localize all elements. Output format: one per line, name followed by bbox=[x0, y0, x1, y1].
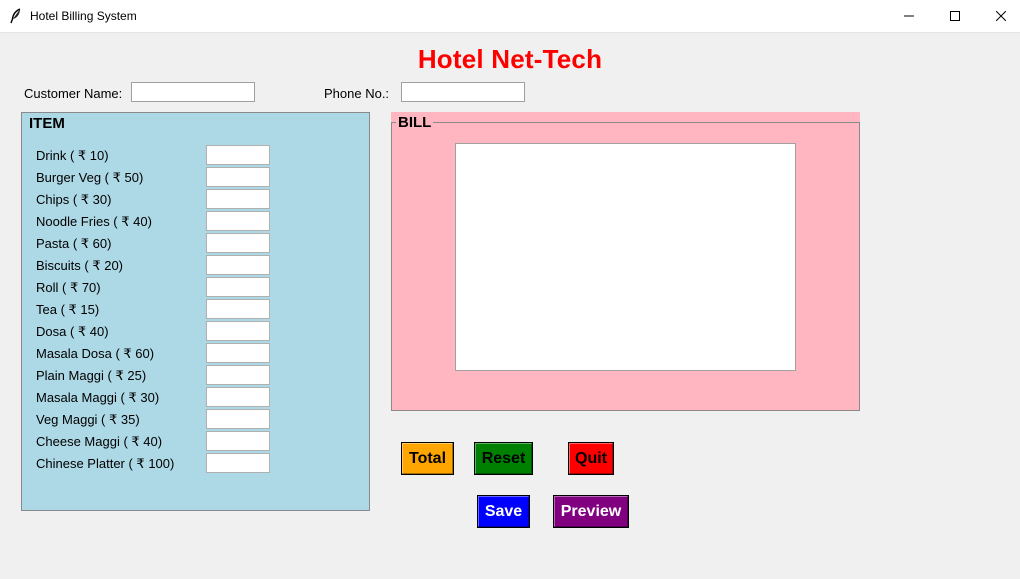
reset-button[interactable]: Reset bbox=[474, 442, 533, 475]
window-titlebar: Hotel Billing System bbox=[0, 0, 1020, 33]
feather-icon bbox=[9, 8, 23, 24]
list-item: Pasta ( ₹ 60) bbox=[36, 233, 356, 253]
list-item: Chips ( ₹ 30) bbox=[36, 189, 356, 209]
list-item: Chinese Platter ( ₹ 100) bbox=[36, 453, 356, 473]
item-label: Drink ( ₹ 10) bbox=[36, 148, 109, 163]
item-label: Roll ( ₹ 70) bbox=[36, 280, 101, 295]
list-item: Noodle Fries ( ₹ 40) bbox=[36, 211, 356, 231]
customer-name-input[interactable] bbox=[131, 82, 255, 102]
bill-frame-label: BILL bbox=[396, 114, 434, 132]
minimize-icon bbox=[904, 15, 914, 17]
item-label: Pasta ( ₹ 60) bbox=[36, 236, 112, 251]
item-label: Veg Maggi ( ₹ 35) bbox=[36, 412, 140, 427]
item-quantity-input[interactable] bbox=[206, 431, 270, 451]
item-quantity-input[interactable] bbox=[206, 277, 270, 297]
item-quantity-input[interactable] bbox=[206, 211, 270, 231]
item-label: Chinese Platter ( ₹ 100) bbox=[36, 456, 175, 471]
item-label: Chips ( ₹ 30) bbox=[36, 192, 112, 207]
list-item: Tea ( ₹ 15) bbox=[36, 299, 356, 319]
item-frame: ITEM Drink ( ₹ 10) Burger Veg ( ₹ 50) Chip… bbox=[21, 112, 370, 511]
list-item: Cheese Maggi ( ₹ 40) bbox=[36, 431, 356, 451]
list-item: Plain Maggi ( ₹ 25) bbox=[36, 365, 356, 385]
close-button[interactable] bbox=[978, 0, 1020, 32]
window-title: Hotel Billing System bbox=[30, 9, 137, 23]
list-item: Veg Maggi ( ₹ 35) bbox=[36, 409, 356, 429]
maximize-icon bbox=[950, 11, 960, 21]
item-label: Cheese Maggi ( ₹ 40) bbox=[36, 434, 163, 449]
item-quantity-input[interactable] bbox=[206, 167, 270, 187]
item-label: Biscuits ( ₹ 20) bbox=[36, 258, 124, 273]
item-label: Dosa ( ₹ 40) bbox=[36, 324, 109, 339]
item-quantity-input[interactable] bbox=[206, 299, 270, 319]
customer-name-label: Customer Name: bbox=[24, 86, 123, 101]
list-item: Burger Veg ( ₹ 50) bbox=[36, 167, 356, 187]
item-quantity-input[interactable] bbox=[206, 189, 270, 209]
list-item: Roll ( ₹ 70) bbox=[36, 277, 356, 297]
item-label: Tea ( ₹ 15) bbox=[36, 302, 100, 317]
item-label: Masala Maggi ( ₹ 30) bbox=[36, 390, 160, 405]
item-quantity-input[interactable] bbox=[206, 387, 270, 407]
item-label: Plain Maggi ( ₹ 25) bbox=[36, 368, 147, 383]
list-item: Masala Maggi ( ₹ 30) bbox=[36, 387, 356, 407]
item-label: Masala Dosa ( ₹ 60) bbox=[36, 346, 155, 361]
item-quantity-input[interactable] bbox=[206, 365, 270, 385]
item-quantity-input[interactable] bbox=[206, 145, 270, 165]
total-button[interactable]: Total bbox=[401, 442, 454, 475]
bill-text-area[interactable] bbox=[455, 143, 796, 371]
item-quantity-input[interactable] bbox=[206, 255, 270, 275]
save-button[interactable]: Save bbox=[477, 495, 530, 528]
list-item: Masala Dosa ( ₹ 60) bbox=[36, 343, 356, 363]
preview-button[interactable]: Preview bbox=[553, 495, 629, 528]
close-icon bbox=[996, 11, 1006, 21]
item-quantity-input[interactable] bbox=[206, 343, 270, 363]
page-title: Hotel Net-Tech bbox=[417, 44, 603, 74]
item-quantity-input[interactable] bbox=[206, 409, 270, 429]
minimize-button[interactable] bbox=[886, 0, 932, 32]
list-item: Drink ( ₹ 10) bbox=[36, 145, 356, 165]
list-item: Dosa ( ₹ 40) bbox=[36, 321, 356, 341]
quit-button[interactable]: Quit bbox=[568, 442, 614, 475]
bill-frame: BILL bbox=[391, 112, 860, 411]
item-quantity-input[interactable] bbox=[206, 233, 270, 253]
item-label: Burger Veg ( ₹ 50) bbox=[36, 170, 144, 185]
item-frame-label: ITEM bbox=[27, 115, 67, 133]
item-label: Noodle Fries ( ₹ 40) bbox=[36, 214, 152, 229]
item-quantity-input[interactable] bbox=[206, 321, 270, 341]
item-quantity-input[interactable] bbox=[206, 453, 270, 473]
maximize-button[interactable] bbox=[932, 0, 978, 32]
phone-label: Phone No.: bbox=[324, 86, 390, 101]
list-item: Biscuits ( ₹ 20) bbox=[36, 255, 356, 275]
phone-input[interactable] bbox=[401, 82, 525, 102]
